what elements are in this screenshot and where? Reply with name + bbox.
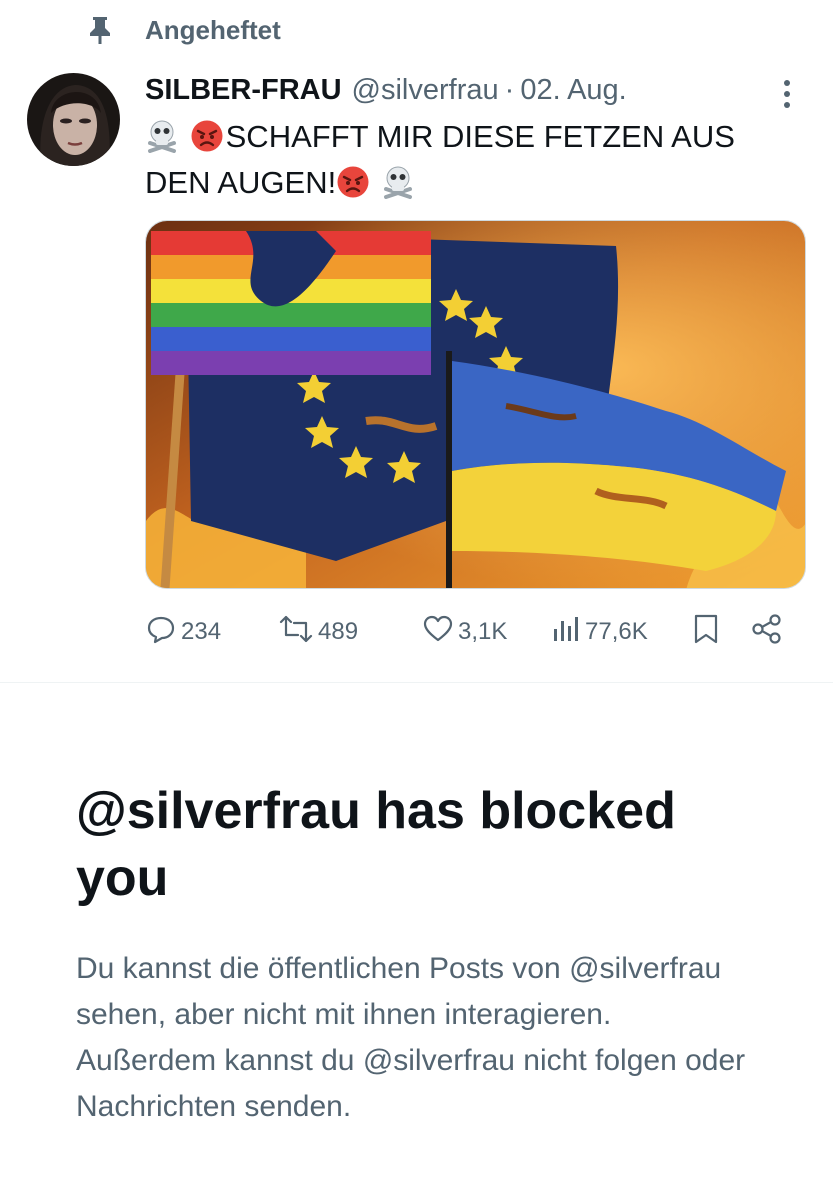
share-button[interactable]: [750, 610, 788, 654]
reply-count: 234: [181, 618, 222, 645]
retweet-icon: [278, 613, 318, 652]
author-handle[interactable]: @silverfrau: [352, 74, 499, 107]
retweet-button[interactable]: 489: [278, 610, 358, 654]
skull-and-crossbones-icon: [145, 119, 179, 153]
skull-and-crossbones-icon: [381, 165, 415, 199]
pinned-indicator: Angeheftet: [86, 12, 281, 48]
retweet-count: 489: [318, 618, 359, 645]
pinned-label: Angeheftet: [145, 14, 281, 45]
bookmark-button[interactable]: [691, 610, 725, 654]
burning-flags-image: [146, 221, 805, 588]
tweet-text-part-2: DEN AUGEN!: [145, 165, 337, 200]
views-icon: [551, 613, 585, 652]
tweet-header: SILBER-FRAU @silverfrau · 02. Aug.: [145, 70, 627, 110]
header-separator: ·: [504, 73, 515, 106]
pin-icon: [86, 12, 114, 48]
heart-icon: [422, 613, 458, 652]
more-options-icon[interactable]: [772, 74, 802, 114]
avatar[interactable]: [27, 73, 120, 166]
views-count: 77,6K: [585, 618, 648, 645]
like-button[interactable]: 3,1K: [422, 610, 507, 654]
blocked-notice-title: @silverfrau has blocked you: [76, 782, 676, 907]
bookmark-icon: [691, 612, 725, 653]
like-count: 3,1K: [458, 618, 508, 645]
angry-face-icon: [190, 119, 224, 153]
blocked-notice-description: Du kannst die öffentlichen Posts von @si…: [76, 952, 746, 1123]
share-icon: [750, 612, 788, 653]
reply-button[interactable]: 234: [145, 610, 221, 654]
section-divider: [0, 682, 833, 683]
tweet-text-part-1: SCHAFFT MIR DIESE FETZEN AUS: [225, 119, 735, 154]
angry-face-icon: [336, 165, 370, 199]
tweet-date[interactable]: 02. Aug.: [520, 74, 626, 107]
tweet-text-line-1: SCHAFFT MIR DIESE FETZEN AUS: [145, 114, 805, 160]
tweet-text-line-2: DEN AUGEN!: [145, 160, 805, 206]
tweet-media-image[interactable]: [145, 220, 806, 589]
author-display-name[interactable]: SILBER-FRAU: [145, 74, 342, 107]
tweet-action-bar: 234 489 3,1K 77,6K: [145, 610, 805, 654]
tweet-text: SCHAFFT MIR DIESE FETZEN AUS DEN AUGEN!: [145, 114, 805, 206]
reply-icon: [145, 613, 181, 652]
views-button[interactable]: 77,6K: [551, 610, 648, 654]
